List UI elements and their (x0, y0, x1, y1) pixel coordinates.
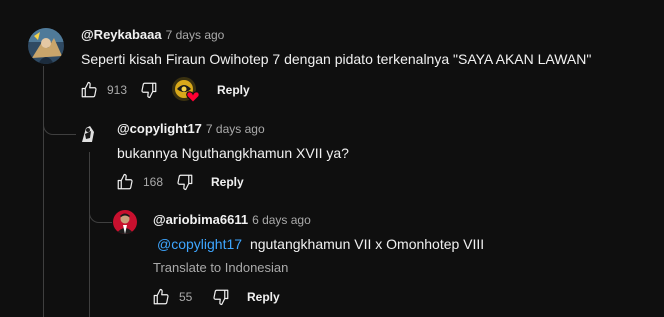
user-avatar-icon (28, 28, 64, 64)
like-button[interactable] (151, 287, 171, 307)
comment-time[interactable]: 7 days ago (166, 28, 225, 42)
thumb-down-icon (141, 82, 157, 99)
comment-actions: 168 Reply (115, 170, 244, 194)
thumb-up-icon (81, 81, 97, 98)
thread-connector-reply-1 (43, 108, 78, 135)
comment-actions: 55 Reply (151, 285, 280, 309)
like-button[interactable] (115, 172, 135, 192)
like-button[interactable] (79, 80, 99, 100)
like-count: 55 (179, 290, 193, 304)
comment-text: bukannya Nguthangkhamun XVII ya? (117, 145, 349, 161)
comment-author[interactable]: @ariobima6611 (153, 212, 248, 227)
mention-link[interactable]: @copylight17 (157, 236, 242, 252)
thread-line-main (43, 66, 44, 317)
avatar-ariobima6611[interactable] (113, 210, 137, 234)
dislike-button[interactable] (211, 287, 231, 307)
reply-button[interactable]: Reply (247, 290, 280, 304)
like-count: 168 (143, 175, 164, 189)
reply-button[interactable]: Reply (211, 175, 244, 189)
translate-link[interactable]: Translate to Indonesian (153, 260, 288, 275)
thread-connector-reply-2 (89, 196, 112, 223)
comment-actions: 913 Reply (79, 76, 250, 104)
thumb-up-icon (153, 288, 169, 305)
comment-header: @copylight17 7 days ago (117, 121, 265, 136)
thumb-down-icon (177, 174, 193, 191)
comment-author[interactable]: @copylight17 (117, 121, 202, 136)
user-avatar-icon (113, 210, 137, 234)
like-count: 913 (107, 83, 128, 97)
comment-text: @copylight17 ngutangkhamun VII x Omonhot… (157, 236, 484, 252)
avatar-copylight17[interactable] (76, 122, 100, 146)
comment-text: Seperti kisah Firaun Owihotep 7 dengan p… (81, 51, 592, 67)
comment-header: @Reykabaaa 7 days ago (81, 27, 224, 42)
comment-time[interactable]: 6 days ago (252, 213, 311, 227)
dislike-button[interactable] (139, 80, 159, 100)
reply-button[interactable]: Reply (217, 83, 250, 97)
thumb-up-icon (117, 173, 133, 190)
comment-time[interactable]: 7 days ago (206, 122, 265, 136)
dislike-button[interactable] (175, 172, 195, 192)
thread-line-reply (89, 152, 90, 317)
comment-text-content: ngutangkhamun VII x Omonhotep VIII (249, 236, 485, 252)
thumb-down-icon (213, 289, 229, 306)
comment-header: @ariobima6611 6 days ago (153, 212, 311, 227)
avatar-reykabaaa[interactable] (28, 28, 64, 64)
comment-author[interactable]: @Reykabaaa (81, 27, 162, 42)
creator-heart-badge[interactable] (171, 76, 201, 104)
heart-icon (186, 91, 200, 103)
user-avatar-icon (76, 122, 100, 146)
